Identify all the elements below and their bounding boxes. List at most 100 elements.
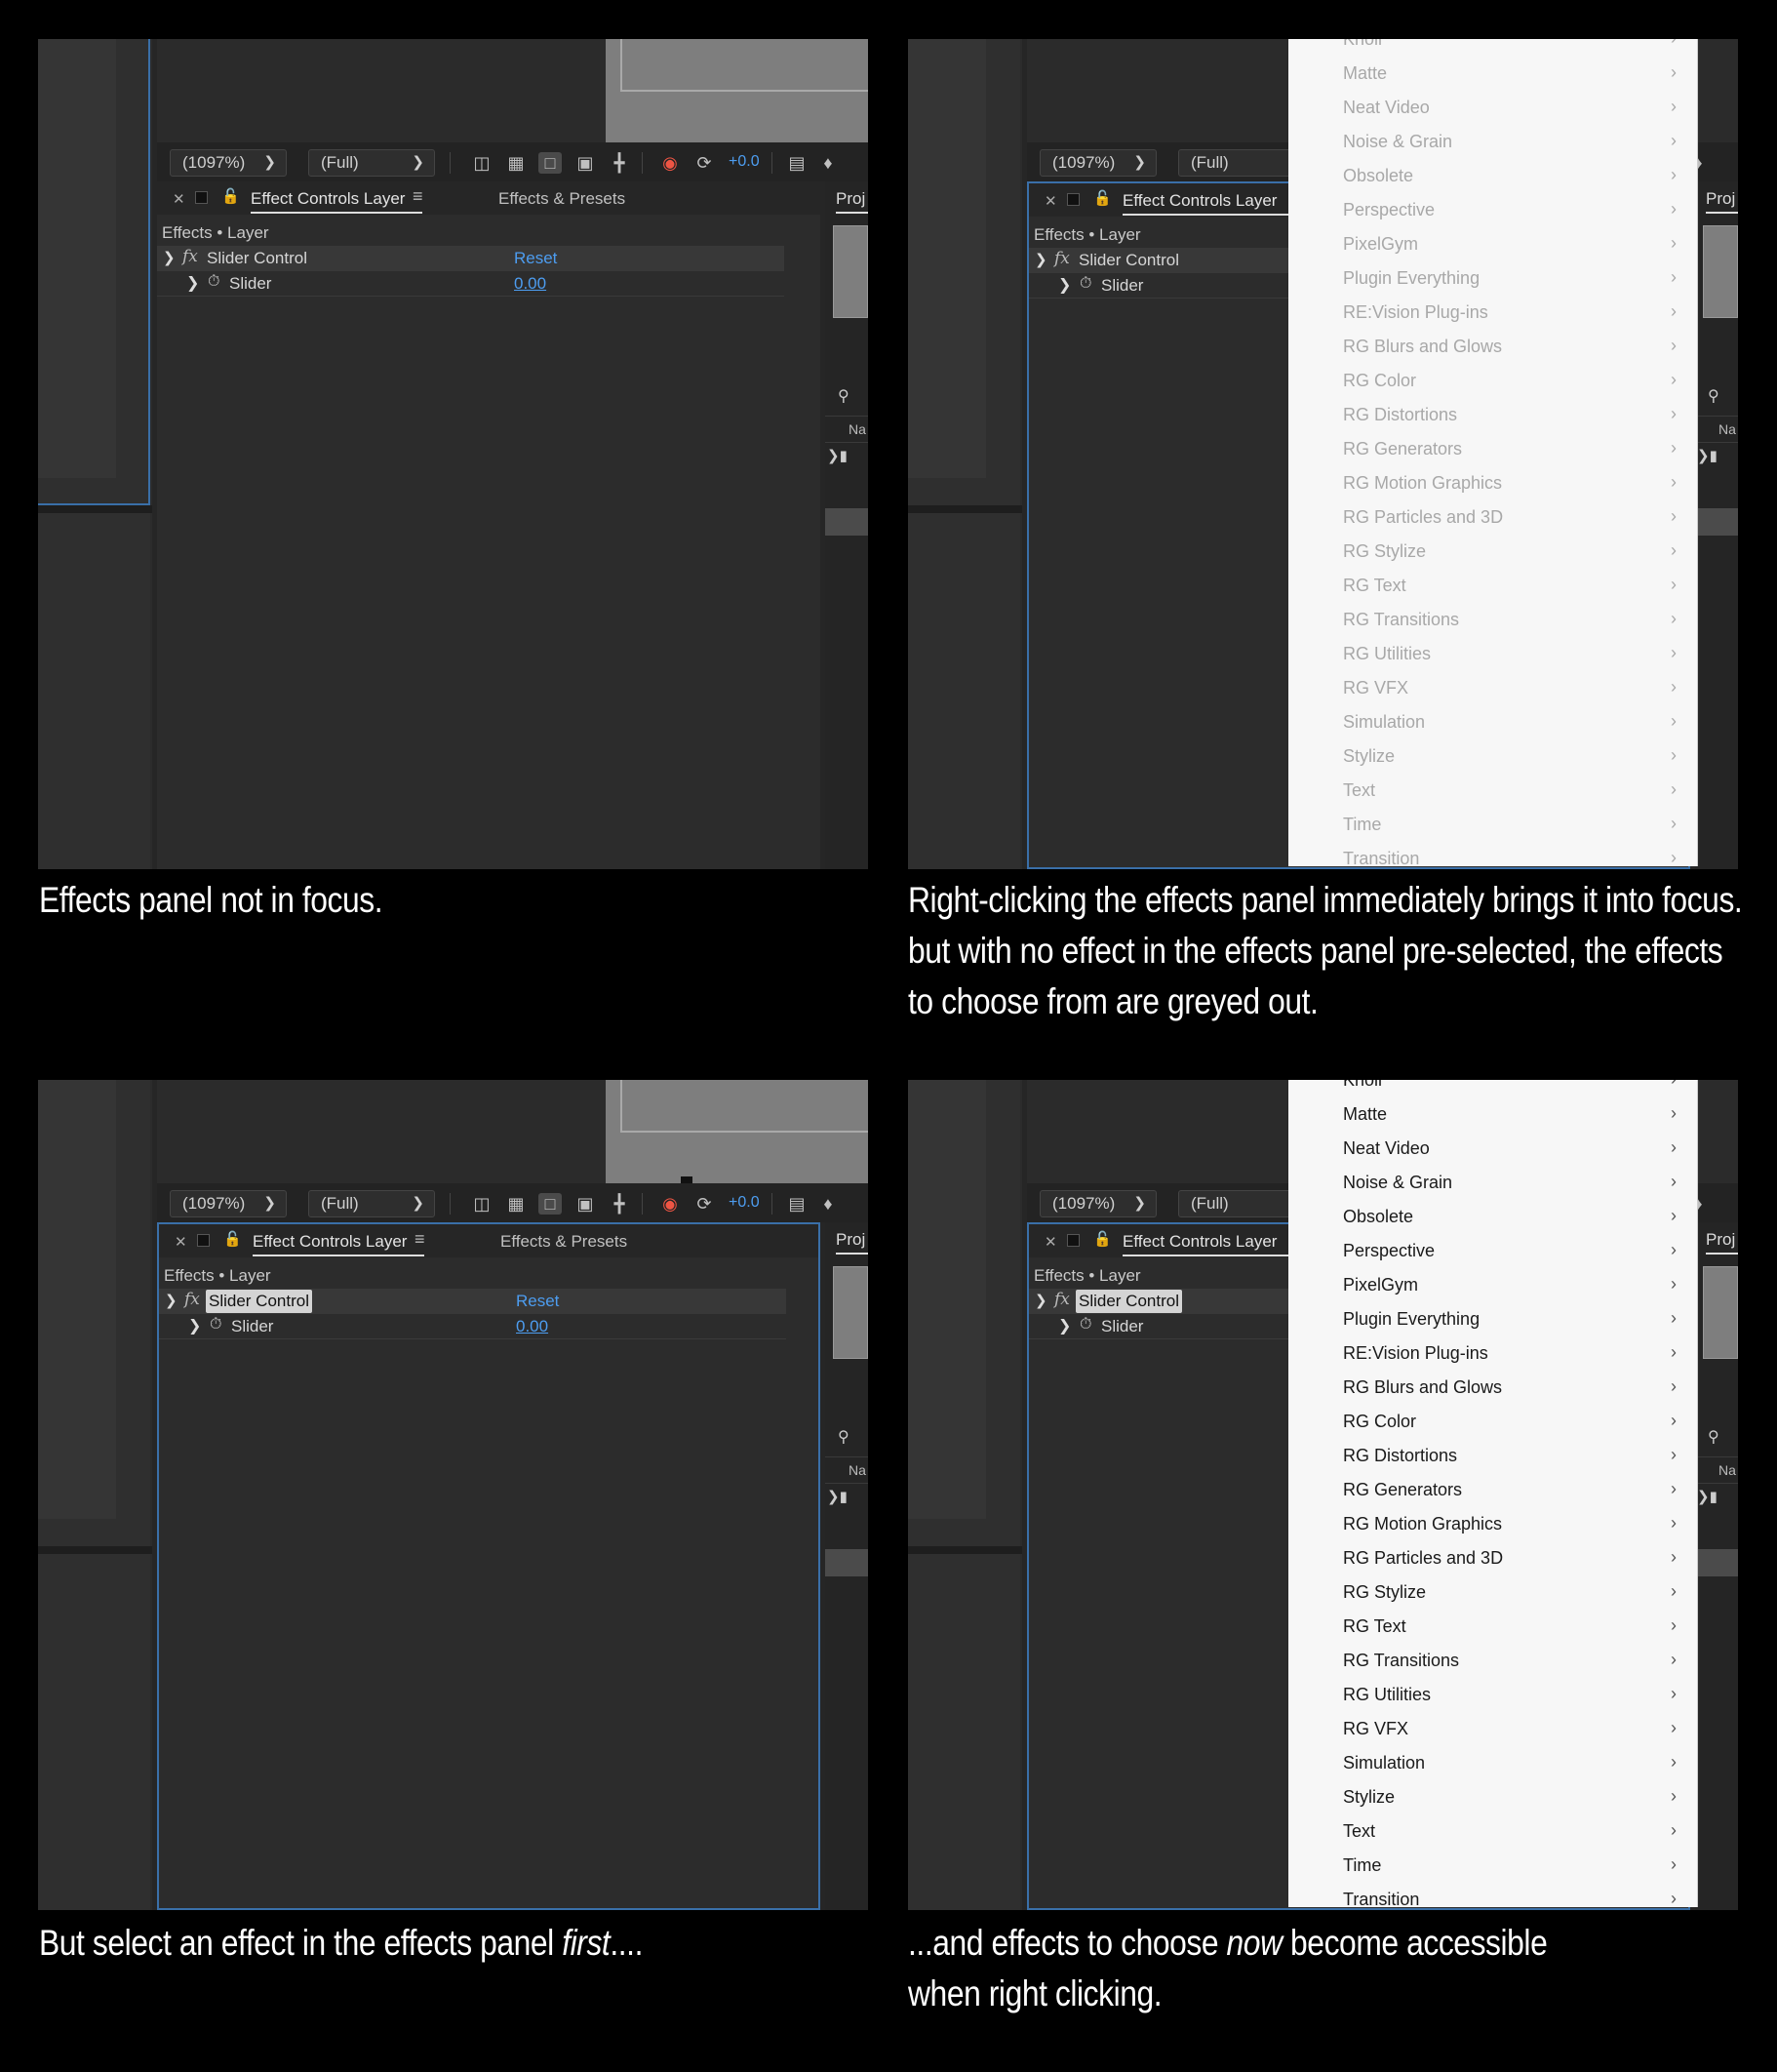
chevron-down-icon[interactable]: ❯	[163, 249, 176, 266]
mask-path-icon[interactable]: □	[538, 1193, 562, 1215]
menu-item[interactable]: RE:Vision Plug-ins ›	[1288, 1336, 1697, 1371]
search-icon[interactable]: ⚲	[1708, 386, 1719, 406]
chevron-down-icon[interactable]: ❯	[1035, 251, 1047, 268]
effect-name[interactable]: Slider Control	[1076, 251, 1182, 270]
fx-icon[interactable]: fx	[1054, 1290, 1070, 1309]
search-icon[interactable]: ⚲	[838, 1427, 849, 1447]
menu-item[interactable]: Stylize ›	[1288, 1780, 1697, 1814]
menu-item[interactable]: RG Utilities ›	[1288, 1678, 1697, 1712]
chevron-right-icon[interactable]: ❯	[188, 1316, 201, 1335]
tab-effects-presets[interactable]: Effects & Presets	[498, 189, 625, 209]
lock-icon[interactable]: 🔓	[1093, 1230, 1112, 1248]
exposure-reset-icon[interactable]: ⟳	[692, 1193, 716, 1215]
tab-project[interactable]: Proj	[836, 189, 865, 209]
fx-icon[interactable]: fx	[1054, 249, 1070, 268]
resolution-dropdown[interactable]: (Full) ❯	[308, 149, 435, 177]
close-icon[interactable]: ✕	[1045, 1233, 1057, 1251]
close-icon[interactable]: ✕	[175, 1233, 187, 1251]
search-icon[interactable]: ⚲	[838, 386, 849, 406]
menu-item[interactable]: Text ›	[1288, 1814, 1697, 1849]
column-name[interactable]: Na	[849, 1462, 866, 1478]
folder-icon[interactable]: ❯▮	[827, 447, 848, 464]
show-snapshot-icon[interactable]: ♦	[816, 152, 840, 174]
zoom-dropdown[interactable]: (1097%) ❯	[1040, 149, 1157, 177]
camera-snapshot-icon[interactable]: ▤	[785, 1193, 809, 1215]
column-name[interactable]: Na	[1718, 421, 1736, 437]
close-icon[interactable]: ✕	[1045, 192, 1057, 210]
menu-item[interactable]: RG Transitions ›	[1288, 1644, 1697, 1678]
chevron-down-icon[interactable]: ❯	[165, 1292, 178, 1309]
reset-link[interactable]: Reset	[516, 1292, 559, 1311]
exposure-value[interactable]: +0.0	[729, 153, 760, 171]
tab-project[interactable]: Proj	[836, 1230, 865, 1250]
menu-item[interactable]: Time ›	[1288, 1849, 1697, 1883]
channels-icon[interactable]: ◉	[658, 1193, 682, 1215]
stopwatch-icon[interactable]: ⏱	[208, 273, 219, 291]
transparency-grid-icon[interactable]: ▦	[504, 152, 528, 174]
column-name[interactable]: Na	[849, 421, 866, 437]
property-row[interactable]: ❯ ⏱ Slider 0.00	[159, 1314, 786, 1339]
tab-effect-controls[interactable]: Effect Controls Layer	[253, 1232, 407, 1252]
grid-guides-icon[interactable]: ╋	[608, 152, 631, 174]
region-of-interest-icon[interactable]: ▣	[573, 1193, 597, 1215]
fast-preview-icon[interactable]: ◫	[470, 152, 494, 174]
zoom-dropdown[interactable]: (1097%) ❯	[1040, 1190, 1157, 1217]
lock-icon[interactable]: 🔓	[223, 1230, 242, 1248]
menu-item[interactable]: Obsolete ›	[1288, 1200, 1697, 1234]
property-value[interactable]: 0.00	[514, 274, 546, 294]
effect-row[interactable]: ❯ fx Slider Control Reset	[159, 1289, 786, 1314]
folder-icon[interactable]: ❯▮	[827, 1488, 848, 1505]
resolution-dropdown[interactable]: (Full) ❯	[308, 1190, 435, 1217]
fast-preview-icon[interactable]: ◫	[470, 1193, 494, 1215]
menu-item[interactable]: Plugin Everything ›	[1288, 1302, 1697, 1336]
menu-item[interactable]: PixelGym ›	[1288, 1268, 1697, 1302]
search-icon[interactable]: ⚲	[1708, 1427, 1719, 1447]
chevron-right-icon[interactable]: ❯	[1058, 1316, 1071, 1335]
show-snapshot-icon[interactable]: ♦	[816, 1193, 840, 1215]
property-value[interactable]: 0.00	[516, 1317, 548, 1336]
grid-guides-icon[interactable]: ╋	[608, 1193, 631, 1215]
chevron-right-icon[interactable]: ❯	[186, 273, 199, 293]
zoom-dropdown[interactable]: (1097%) ❯	[170, 1190, 287, 1217]
chevron-down-icon[interactable]: ❯	[1035, 1292, 1047, 1309]
stopwatch-icon[interactable]: ⏱	[1080, 275, 1091, 293]
menu-item[interactable]: Noise & Grain ›	[1288, 1166, 1697, 1200]
tab-project[interactable]: Proj	[1706, 1230, 1735, 1250]
zoom-dropdown[interactable]: (1097%) ❯	[170, 149, 287, 177]
fx-icon[interactable]: fx	[182, 247, 198, 266]
menu-item[interactable]: Neat Video ›	[1288, 1132, 1697, 1166]
property-row[interactable]: ❯ ⏱ Slider 0.00	[157, 271, 784, 297]
region-of-interest-icon[interactable]: ▣	[573, 152, 597, 174]
close-icon[interactable]: ✕	[173, 190, 185, 208]
folder-icon[interactable]: ❯▮	[1697, 447, 1718, 464]
effect-row[interactable]: ❯ fx Slider Control Reset	[157, 246, 784, 271]
effect-controls-panel[interactable]: ✕ 🔓 Effect Controls Layer ≡ Effects & Pr…	[157, 181, 820, 869]
resolution-dropdown[interactable]: (Full)	[1178, 1190, 1305, 1217]
lock-icon[interactable]: 🔓	[221, 187, 240, 205]
menu-item[interactable]: RG Color ›	[1288, 1405, 1697, 1439]
panel-menu-icon[interactable]: ≡	[415, 1229, 425, 1250]
effect-name-selected[interactable]: Slider Control	[206, 1290, 312, 1313]
camera-snapshot-icon[interactable]: ▤	[785, 152, 809, 174]
menu-item[interactable]: RG VFX ›	[1288, 1712, 1697, 1746]
menu-item[interactable]: RG Blurs and Glows ›	[1288, 1371, 1697, 1405]
tab-effect-controls[interactable]: Effect Controls Layer	[1123, 191, 1277, 211]
effect-controls-panel[interactable]: ✕ 🔓 Effect Controls Layer ≡ Effects & Pr…	[157, 1222, 820, 1910]
tab-effects-presets[interactable]: Effects & Presets	[500, 1232, 627, 1252]
tab-effect-controls[interactable]: Effect Controls Layer	[1123, 1232, 1277, 1252]
menu-item[interactable]: Perspective ›	[1288, 1234, 1697, 1268]
chevron-right-icon[interactable]: ❯	[1058, 275, 1071, 295]
transparency-grid-icon[interactable]: ▦	[504, 1193, 528, 1215]
resolution-dropdown[interactable]: (Full)	[1178, 149, 1305, 177]
exposure-reset-icon[interactable]: ⟳	[692, 152, 716, 174]
effect-name-selected[interactable]: Slider Control	[1076, 1290, 1182, 1313]
panel-menu-icon[interactable]: ≡	[413, 186, 423, 207]
menu-item[interactable]: Knoll ›	[1288, 1080, 1697, 1097]
menu-item[interactable]: RG Text ›	[1288, 1610, 1697, 1644]
tab-effect-controls[interactable]: Effect Controls Layer	[251, 189, 405, 209]
column-name[interactable]: Na	[1718, 1462, 1736, 1478]
menu-item[interactable]: RG Particles and 3D ›	[1288, 1541, 1697, 1575]
menu-item[interactable]: Matte ›	[1288, 1097, 1697, 1132]
menu-item[interactable]: RG Motion Graphics ›	[1288, 1507, 1697, 1541]
tab-project[interactable]: Proj	[1706, 189, 1735, 209]
